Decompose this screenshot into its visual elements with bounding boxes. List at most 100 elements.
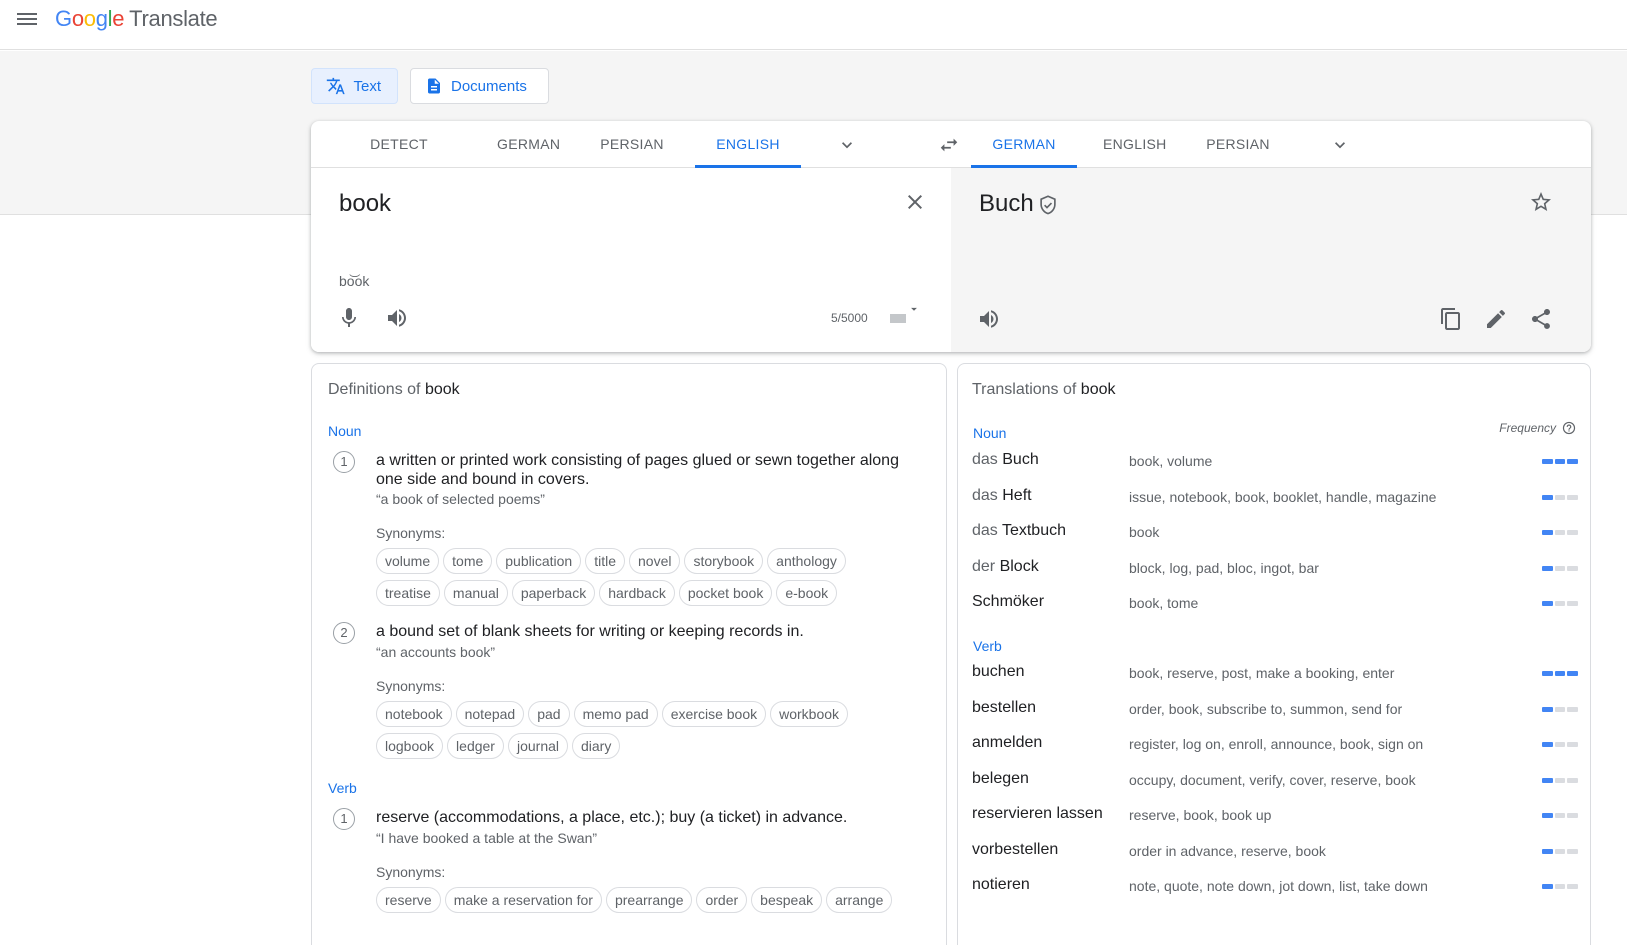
word: Schmöker (972, 593, 1045, 610)
synonym-chip[interactable]: notebook (376, 701, 452, 727)
frequency-bar (1542, 459, 1579, 464)
definitions-title: Definitions of book (328, 381, 460, 399)
translation-row: anmelden register, log on, enroll, announ… (972, 730, 1579, 760)
reverse-translations: book, tome (1129, 595, 1199, 611)
translation-word[interactable]: vorbestellen (972, 841, 1058, 859)
translation-word[interactable]: reservieren lassen (972, 805, 1103, 823)
source-listen-speaker-icon[interactable] (385, 306, 409, 330)
logo-letter: g (95, 6, 108, 31)
frequency-bar (1542, 494, 1579, 500)
noun-heading: Noun (973, 425, 1007, 441)
verified-shield-icon[interactable] (1037, 194, 1059, 216)
synonym-chip[interactable]: arrange (826, 887, 893, 913)
frequency-segment (1567, 848, 1579, 854)
target-lang-persian[interactable]: PERSIAN (1205, 121, 1271, 168)
input-tools-dropdown-icon[interactable] (907, 302, 921, 316)
synonym-chip[interactable]: volume (376, 548, 440, 574)
source-lang-english[interactable]: ENGLISH (695, 121, 801, 168)
synonym-chip[interactable]: prearrange (605, 887, 693, 913)
synonym-chip[interactable]: tome (443, 548, 493, 574)
synonym-chip[interactable]: anthology (767, 548, 846, 574)
translation-word[interactable]: das Buch (972, 451, 1039, 469)
target-more-languages-chevron-down-icon[interactable] (1330, 135, 1350, 155)
source-lang-persian[interactable]: PERSIAN (599, 121, 665, 168)
translation-word[interactable]: buchen (972, 663, 1025, 681)
save-star-icon[interactable] (1529, 190, 1553, 214)
article: das (972, 486, 1003, 504)
frequency-segment (1567, 671, 1579, 676)
logo-letter: o (71, 6, 84, 31)
microphone-icon[interactable] (337, 306, 361, 330)
translation-word[interactable]: das Textbuch (972, 522, 1066, 540)
clear-source-close-icon[interactable] (903, 190, 927, 214)
translation-word[interactable]: notieren (972, 876, 1030, 894)
reverse-translations: book, reserve, post, make a booking, ent… (1129, 665, 1395, 681)
synonyms-label: Synonyms: (376, 864, 446, 880)
target-lang-german[interactable]: GERMAN (971, 121, 1077, 168)
translate-card: DETECT LANGUAGE GERMAN PERSIAN ENGLISH G… (311, 121, 1591, 352)
synonym-chip[interactable]: manual (443, 580, 508, 606)
frequency-segment (1542, 848, 1553, 854)
google-translate-logo[interactable]: Google Translate (55, 6, 218, 32)
edit-pencil-icon[interactable] (1484, 307, 1508, 331)
translation-word[interactable]: der Block (972, 558, 1039, 576)
synonym-chip[interactable]: exercise book (661, 701, 767, 727)
translation-word[interactable]: anmelden (972, 734, 1042, 752)
synonym-chip[interactable]: bespeak (751, 887, 823, 913)
synonym-chip[interactable]: novel (629, 548, 681, 574)
reverse-translations: register, log on, enroll, announce, book… (1129, 736, 1424, 752)
synonym-chip[interactable]: journal (507, 733, 568, 759)
synonym-chip[interactable]: logbook (376, 733, 444, 759)
definition-number: 1 (333, 451, 355, 473)
definitions-title-prefix: Definitions of (328, 381, 421, 398)
synonym-chip[interactable]: publication (496, 548, 582, 574)
frequency-segment (1567, 494, 1579, 500)
translation-row: der Block block, log, pad, bloc, ingot, b… (972, 554, 1579, 584)
frequency-bar (1542, 671, 1579, 676)
help-icon[interactable] (1562, 421, 1576, 435)
source-more-languages-chevron-down-icon[interactable] (837, 135, 857, 155)
synonym-chip[interactable]: storybook (684, 548, 764, 574)
source-lang-detect[interactable]: DETECT LANGUAGE (335, 121, 463, 199)
swap-languages-icon[interactable] (938, 134, 960, 156)
synonym-chip[interactable]: workbook (770, 701, 849, 727)
documents-mode-button[interactable]: Documents (410, 68, 549, 104)
synonym-chip[interactable]: title (585, 548, 625, 574)
translation-word[interactable]: belegen (972, 770, 1029, 788)
source-text-input[interactable]: book (339, 190, 391, 218)
hamburger-menu-icon[interactable] (17, 10, 39, 28)
synonym-chip[interactable]: pad (528, 701, 570, 727)
synonym-chip[interactable]: reserve (376, 887, 441, 913)
frequency-segment (1554, 459, 1566, 464)
synonym-chip[interactable]: treatise (376, 580, 440, 606)
synonym-chip[interactable]: memo pad (573, 701, 658, 727)
copy-icon[interactable] (1439, 307, 1463, 331)
translation-word[interactable]: bestellen (972, 699, 1036, 717)
frequency-segment (1567, 459, 1579, 464)
translation-word[interactable]: Schmöker (972, 593, 1044, 611)
synonym-chip[interactable]: notepad (455, 701, 525, 727)
logo-letter: o (83, 6, 96, 31)
synonym-chip[interactable]: e-book (776, 580, 838, 606)
synonym-chip[interactable]: pocket book (678, 580, 773, 606)
target-listen-speaker-icon[interactable] (977, 307, 1001, 331)
share-icon[interactable] (1529, 307, 1553, 331)
synonym-chip[interactable]: diary (572, 733, 621, 759)
synonym-chip[interactable]: paperback (511, 580, 596, 606)
reverse-translations: occupy, document, verify, cover, reserve… (1129, 771, 1416, 788)
text-mode-button[interactable]: Text (311, 68, 398, 104)
target-lang-english[interactable]: ENGLISH (1103, 121, 1166, 168)
frequency-segment (1554, 530, 1566, 535)
translation-word[interactable]: das Heft (972, 487, 1032, 505)
synonym-chip[interactable]: ledger (447, 733, 504, 759)
source-lang-german[interactable]: GERMAN (497, 121, 560, 168)
synonym-chip[interactable]: make a reservation for (444, 887, 602, 913)
synonym-chip[interactable]: order (696, 887, 748, 913)
reverse-translations: order in advance, reserve, book (1129, 842, 1326, 859)
frequency-segment (1567, 813, 1579, 818)
frequency-segment (1567, 777, 1579, 783)
frequency-segment (1554, 494, 1566, 500)
frequency-segment (1554, 848, 1566, 854)
reverse-translations: issue, notebook, book, booklet, handle, … (1129, 488, 1437, 505)
synonym-chip[interactable]: hardback (599, 580, 675, 606)
